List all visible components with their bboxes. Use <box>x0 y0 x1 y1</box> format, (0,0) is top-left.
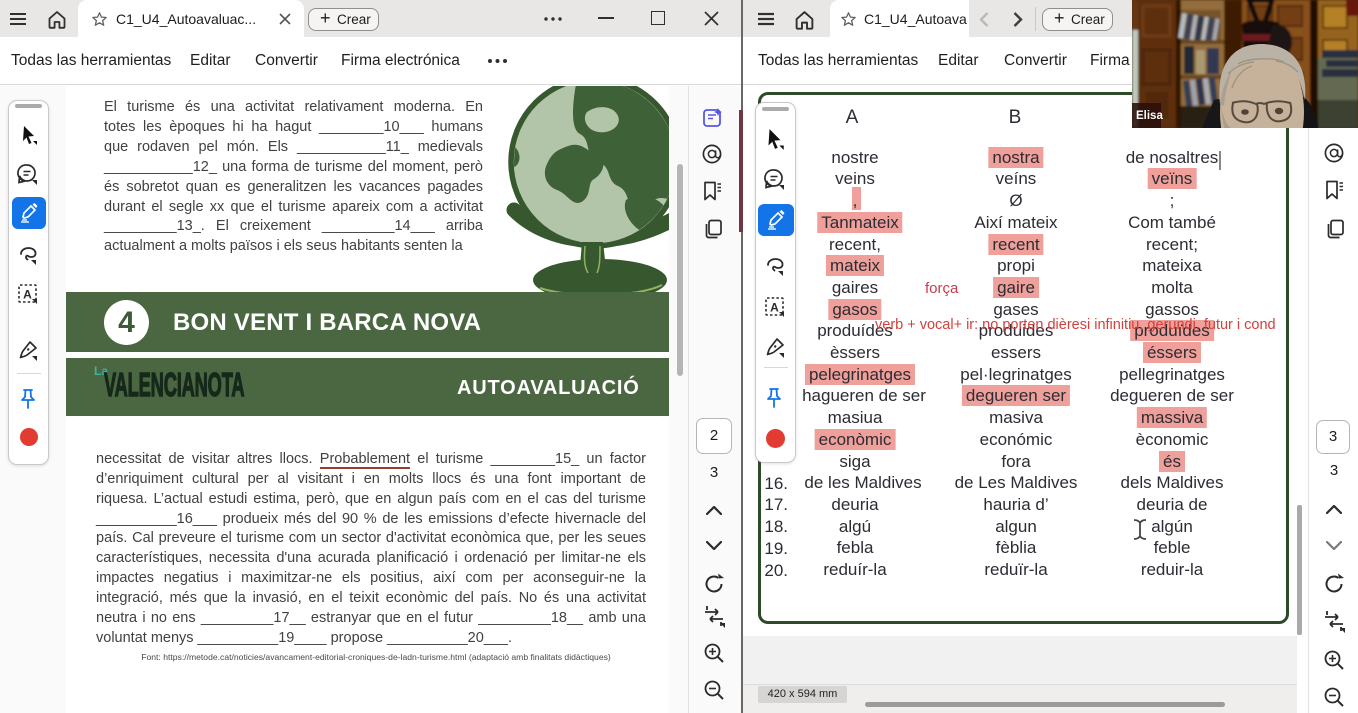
svg-text:Elisa: Elisa <box>1136 110 1163 122</box>
svg-text:A: A <box>770 301 779 315</box>
svg-text:A: A <box>23 288 32 302</box>
